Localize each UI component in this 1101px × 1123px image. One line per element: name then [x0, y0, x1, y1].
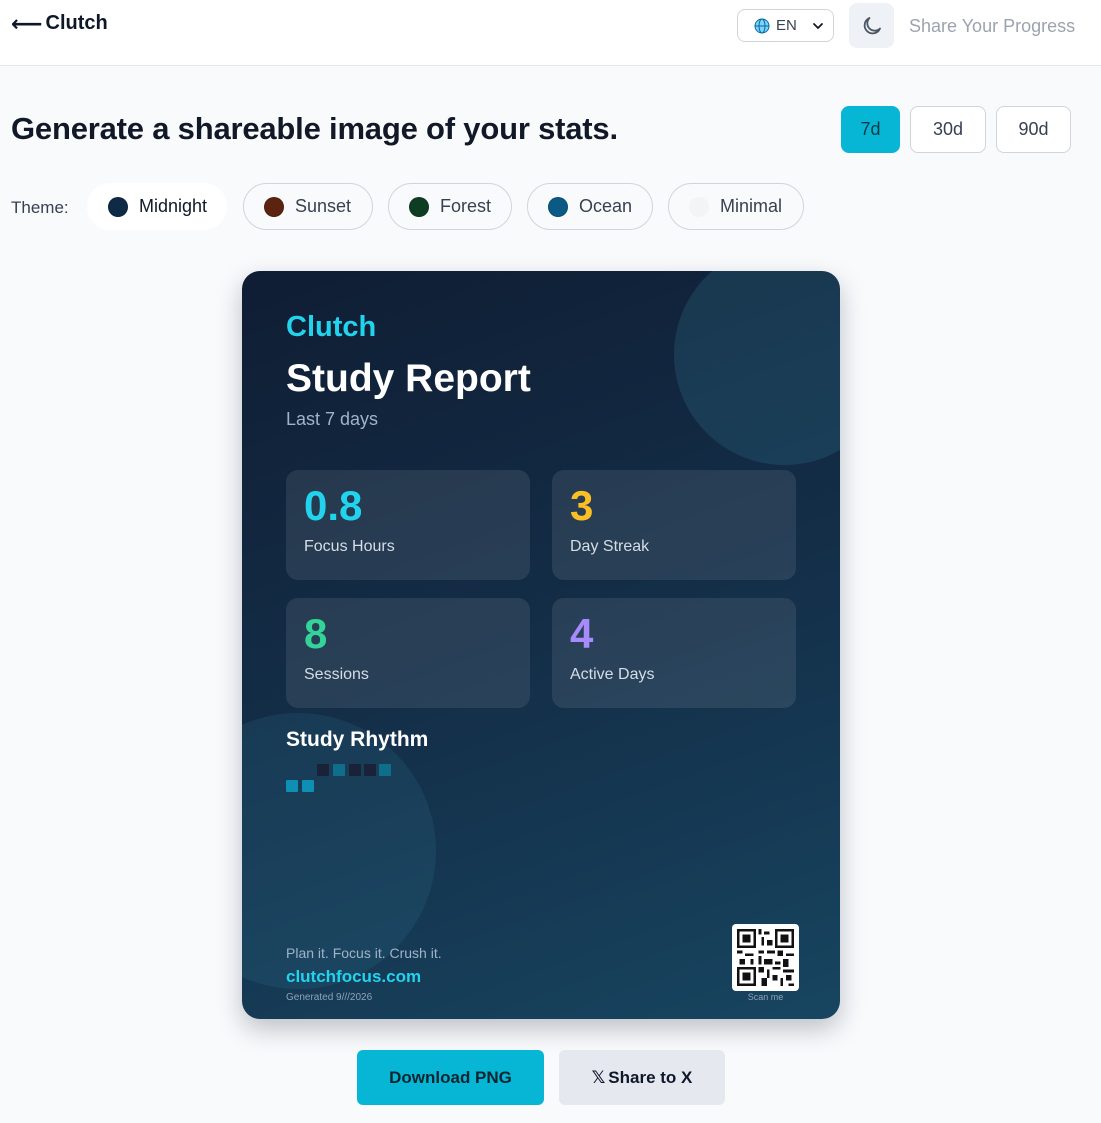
rhythm-cell — [317, 764, 329, 776]
stat-focus-hours: 0.8 Focus Hours — [286, 470, 530, 580]
stat-label: Active Days — [570, 666, 655, 683]
share-progress-link[interactable]: Share Your Progress — [909, 16, 1075, 37]
theme-option-midnight[interactable]: Midnight — [87, 183, 227, 230]
theme-option-label: Minimal — [720, 196, 783, 216]
download-png-button[interactable]: Download PNG — [357, 1050, 544, 1105]
stat-active-days: 4 Active Days — [552, 598, 796, 708]
theme-option-sunset[interactable]: Sunset — [243, 183, 373, 230]
chevron-down-icon — [813, 23, 823, 30]
rhythm-cell — [364, 764, 376, 776]
stat-sessions: 8 Sessions — [286, 598, 530, 708]
card-generated-date: Generated 9///2026 — [286, 992, 373, 1003]
stat-label: Focus Hours — [304, 538, 395, 555]
card-title: Study Report — [286, 357, 531, 400]
theme-swatch — [108, 196, 128, 217]
theme-option-forest[interactable]: Forest — [388, 183, 512, 230]
page-title: Generate a shareable image of your stats… — [11, 111, 618, 146]
stat-value: 8 — [304, 610, 328, 657]
globe-icon — [754, 18, 770, 33]
theme-swatch — [264, 196, 284, 217]
theme-option-minimal[interactable]: Minimal — [668, 183, 804, 230]
language-select[interactable]: EN — [737, 9, 834, 42]
back-arrow-icon: ⟵ — [11, 10, 43, 36]
moon-icon — [863, 16, 881, 34]
theme-option-ocean[interactable]: Ocean — [527, 183, 653, 230]
theme-swatch — [409, 196, 429, 217]
card-site-link: clutchfocus.com — [286, 967, 422, 986]
theme-swatch — [548, 196, 568, 217]
stat-value: 4 — [570, 610, 594, 657]
rhythm-cell — [349, 764, 361, 776]
rhythm-cell — [333, 764, 345, 776]
stat-value: 3 — [570, 482, 594, 529]
rhythm-cell — [286, 780, 298, 792]
stat-day-streak: 3 Day Streak — [552, 470, 796, 580]
range-90d-button[interactable]: 90d — [996, 106, 1071, 153]
scan-me-label: Scan me — [747, 992, 784, 1002]
range-30d-button[interactable]: 30d — [910, 106, 986, 153]
x-logo-icon: 𝕏 — [591, 1067, 606, 1088]
back-link-label: Clutch — [45, 12, 108, 34]
rhythm-cell — [379, 764, 391, 776]
rhythm-cell — [302, 780, 314, 792]
card-subtitle: Last 7 days — [286, 409, 379, 429]
dark-mode-toggle[interactable] — [849, 3, 894, 48]
share-to-x-label: Share to X — [608, 1067, 693, 1087]
share-card-preview: Clutch Study Report Last 7 days 0.8 Focu… — [242, 271, 840, 1019]
stat-value: 0.8 — [304, 482, 363, 529]
theme-option-label: Forest — [440, 196, 492, 216]
decorative-circle — [674, 271, 840, 465]
theme-swatch — [689, 196, 709, 217]
range-7d-button[interactable]: 7d — [841, 106, 900, 153]
stat-label: Sessions — [304, 666, 369, 683]
theme-label: Theme: — [11, 198, 69, 217]
card-brand: Clutch — [286, 311, 377, 343]
language-value: EN — [776, 17, 797, 34]
stat-label: Day Streak — [570, 538, 650, 555]
qr-code-icon — [737, 929, 794, 986]
theme-option-label: Midnight — [139, 196, 208, 216]
card-tagline: Plan it. Focus it. Crush it. — [286, 945, 442, 961]
qr-code — [732, 924, 799, 991]
back-link[interactable]: ⟵ Clutch — [11, 12, 108, 35]
top-bar: ⟵ Clutch EN Share Your Progress — [0, 0, 1101, 66]
study-rhythm-title: Study Rhythm — [286, 728, 429, 751]
theme-option-label: Ocean — [579, 196, 633, 216]
share-to-x-button[interactable]: 𝕏 Share to X — [559, 1050, 725, 1105]
theme-option-label: Sunset — [295, 196, 352, 216]
